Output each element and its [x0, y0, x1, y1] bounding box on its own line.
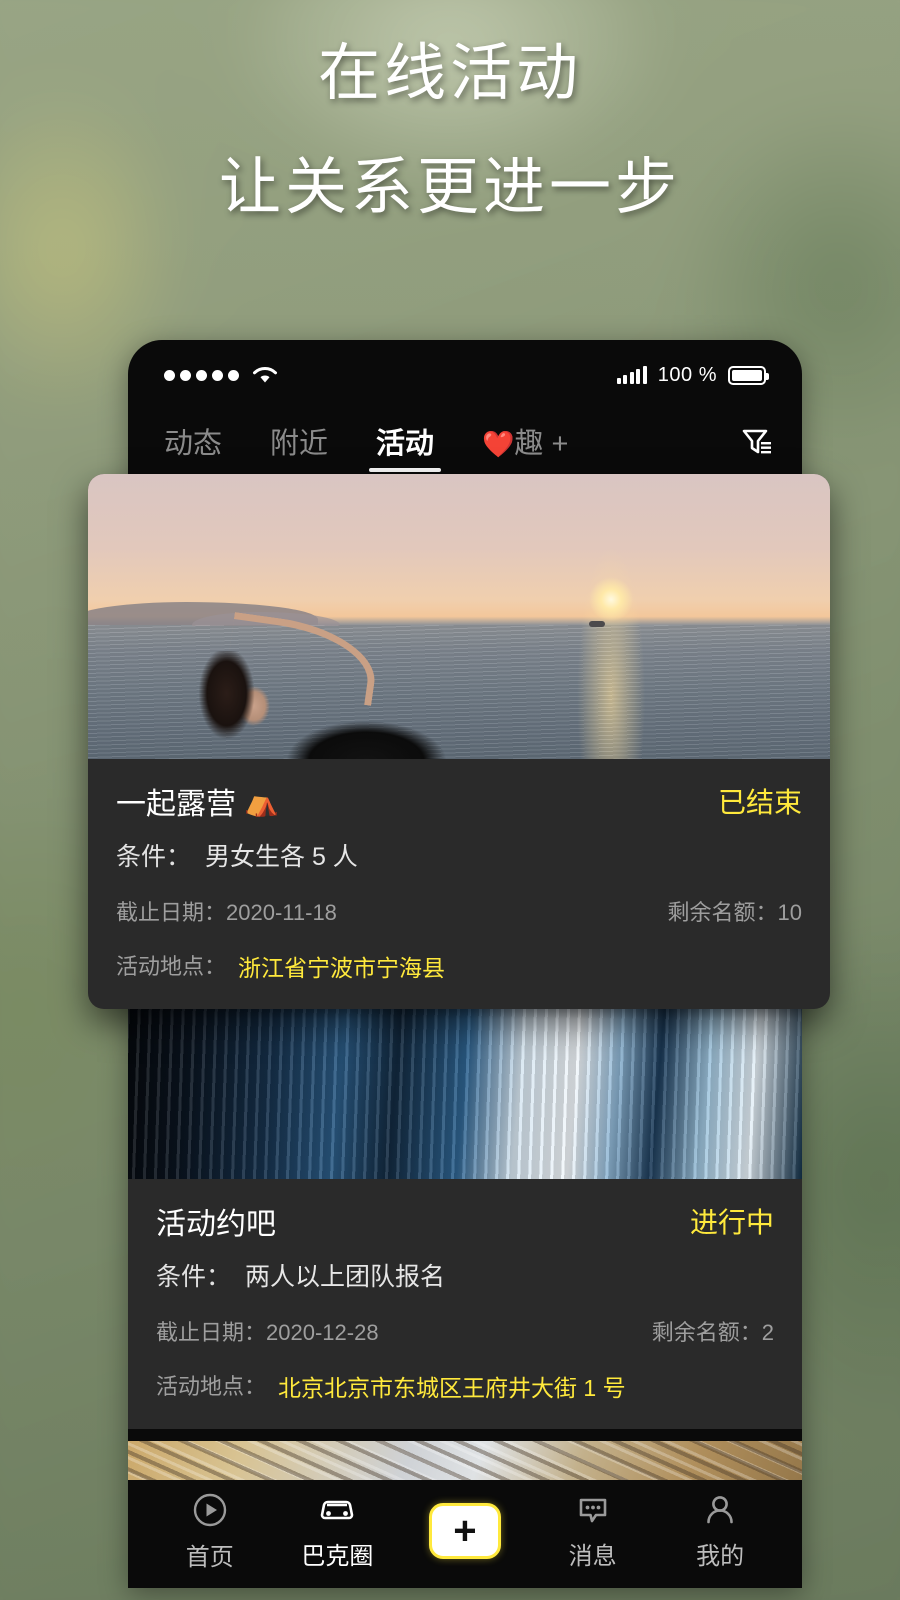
- deadline-group: 截止日期：2020-11-18: [116, 895, 337, 927]
- chat-bubble-icon: [579, 1498, 606, 1523]
- activity-card-2-body: 活动约吧 进行中 条件： 两人以上团队报名 截止日期：2020-12-28 剩余名…: [128, 1179, 802, 1429]
- tab-huodong-label: 活动: [376, 428, 435, 460]
- status-bar-right: 100 %: [616, 363, 769, 387]
- activity-card-2-deadline-value: 2020-12-28: [266, 1320, 379, 1345]
- status-bar: 100 %: [128, 340, 802, 400]
- plus-glyph: +: [453, 1509, 477, 1553]
- sunset-sea-photo: [88, 474, 830, 759]
- nav-label-profile: 我的: [696, 1543, 745, 1570]
- battery-full-icon: [728, 365, 769, 385]
- activity-card-1-title-row: 一起露营 ⛺ 已结束: [116, 779, 802, 823]
- filter-funnel-icon[interactable]: [740, 427, 774, 474]
- activity-card-1-remaining-value: 10: [777, 900, 802, 925]
- nav-item-profile[interactable]: 我的: [656, 1491, 784, 1571]
- activity-card-1-deadline-value: 2020-11-18: [226, 900, 337, 925]
- activity-card-2-title-row: 活动约吧 进行中: [156, 1199, 774, 1243]
- activity-card-1-location-row: 活动地点： 浙江省宁波市宁海县: [116, 949, 802, 983]
- bottom-navigation-bar: 首页 巴克圈 + 消息 我的: [128, 1480, 802, 1588]
- activity-card-2-status-badge: 进行中: [689, 1207, 774, 1238]
- headline-line-1: 在线活动: [317, 39, 582, 108]
- activity-card-2-condition-row: 条件： 两人以上团队报名: [156, 1257, 774, 1293]
- activity-card-2-location-row: 活动地点： 北京北京市东城区王府井大街 1 号: [156, 1369, 774, 1403]
- status-bar-left: [164, 364, 280, 386]
- tab-qu-plus[interactable]: ❤️趣 +: [482, 420, 568, 474]
- nav-item-add[interactable]: +: [401, 1503, 529, 1559]
- activity-card-2-meta-row: 截止日期：2020-12-28 剩余名额：2: [156, 1315, 774, 1347]
- activity-card-1-meta-row: 截止日期：2020-11-18 剩余名额：10: [116, 895, 802, 927]
- activity-card-1-location-value[interactable]: 浙江省宁波市宁海县: [238, 949, 445, 983]
- plus-icon[interactable]: +: [428, 1503, 501, 1559]
- person-icon: [707, 1496, 733, 1524]
- wifi-icon: [253, 367, 277, 383]
- battery-percent-label: 100 %: [657, 363, 717, 386]
- home-play-circle-icon: [193, 1493, 226, 1527]
- car-icon: [321, 1500, 354, 1520]
- tab-qu-plus-label: 趣 +: [514, 428, 569, 460]
- deadline-group: 截止日期：2020-12-28: [156, 1315, 379, 1347]
- heart-icon: ❤️: [482, 429, 515, 459]
- nav-item-bakequan[interactable]: 巴克圈: [274, 1491, 402, 1571]
- tent-icon: ⛺: [244, 785, 279, 817]
- activity-card-1-title: 一起露营: [116, 788, 236, 821]
- remaining-label: 剩余名额：: [667, 900, 778, 925]
- nav-item-messages[interactable]: 消息: [529, 1491, 657, 1571]
- activity-card-2-title: 活动约吧: [156, 1208, 276, 1241]
- remaining-group: 剩余名额：10: [668, 895, 803, 927]
- activity-card-1-body: 一起露营 ⛺ 已结束 条件： 男女生各 5 人 截止日期：2020-11-18 剩…: [88, 759, 830, 1009]
- location-label: 活动地点：: [116, 954, 227, 979]
- activity-card-1-condition-row: 条件： 男女生各 5 人: [116, 837, 802, 873]
- deadline-label: 截止日期：: [116, 900, 227, 925]
- activity-card-2-location-value[interactable]: 北京北京市东城区王府井大街 1 号: [278, 1369, 626, 1403]
- condition-label: 条件：: [116, 843, 192, 871]
- activity-card-1-condition-value: 男女生各 5 人: [205, 843, 358, 871]
- remaining-label: 剩余名额：: [651, 1320, 762, 1345]
- nav-label-bakequan: 巴克圈: [301, 1543, 374, 1570]
- activity-card-2-remaining-value: 2: [761, 1320, 774, 1345]
- headline-line-2: 让关系更进一步: [218, 153, 681, 223]
- promo-headline: 在线活动 让关系更进一步: [0, 39, 900, 223]
- tab-dongtai[interactable]: 动态: [164, 420, 222, 474]
- nav-label-home: 首页: [185, 1544, 234, 1571]
- signal-dots-icon: [164, 369, 239, 381]
- photo-boat: [588, 620, 605, 627]
- activity-card-2-condition-value: 两人以上团队报名: [245, 1263, 446, 1291]
- deadline-label: 截止日期：: [156, 1320, 267, 1345]
- activity-card-1-status-badge: 已结束: [717, 787, 802, 818]
- remaining-group: 剩余名额：2: [652, 1315, 774, 1347]
- location-label: 活动地点：: [156, 1374, 267, 1399]
- tab-fujin[interactable]: 附近: [270, 420, 328, 474]
- condition-label: 条件：: [156, 1263, 232, 1291]
- nav-label-messages: 消息: [568, 1543, 617, 1570]
- signal-bars-icon: [616, 366, 647, 384]
- tab-active-underline: [369, 468, 442, 472]
- tab-huodong[interactable]: 活动: [369, 420, 442, 474]
- activity-card-2[interactable]: 活动约吧 进行中 条件： 两人以上团队报名 截止日期：2020-12-28 剩余名…: [128, 974, 802, 1429]
- nav-item-home[interactable]: 首页: [146, 1490, 274, 1572]
- top-tab-bar: 动态 附近 活动 ❤️趣 +: [128, 400, 802, 474]
- activity-card-1[interactable]: 一起露营 ⛺ 已结束 条件： 男女生各 5 人 截止日期：2020-11-18 剩…: [88, 474, 830, 1009]
